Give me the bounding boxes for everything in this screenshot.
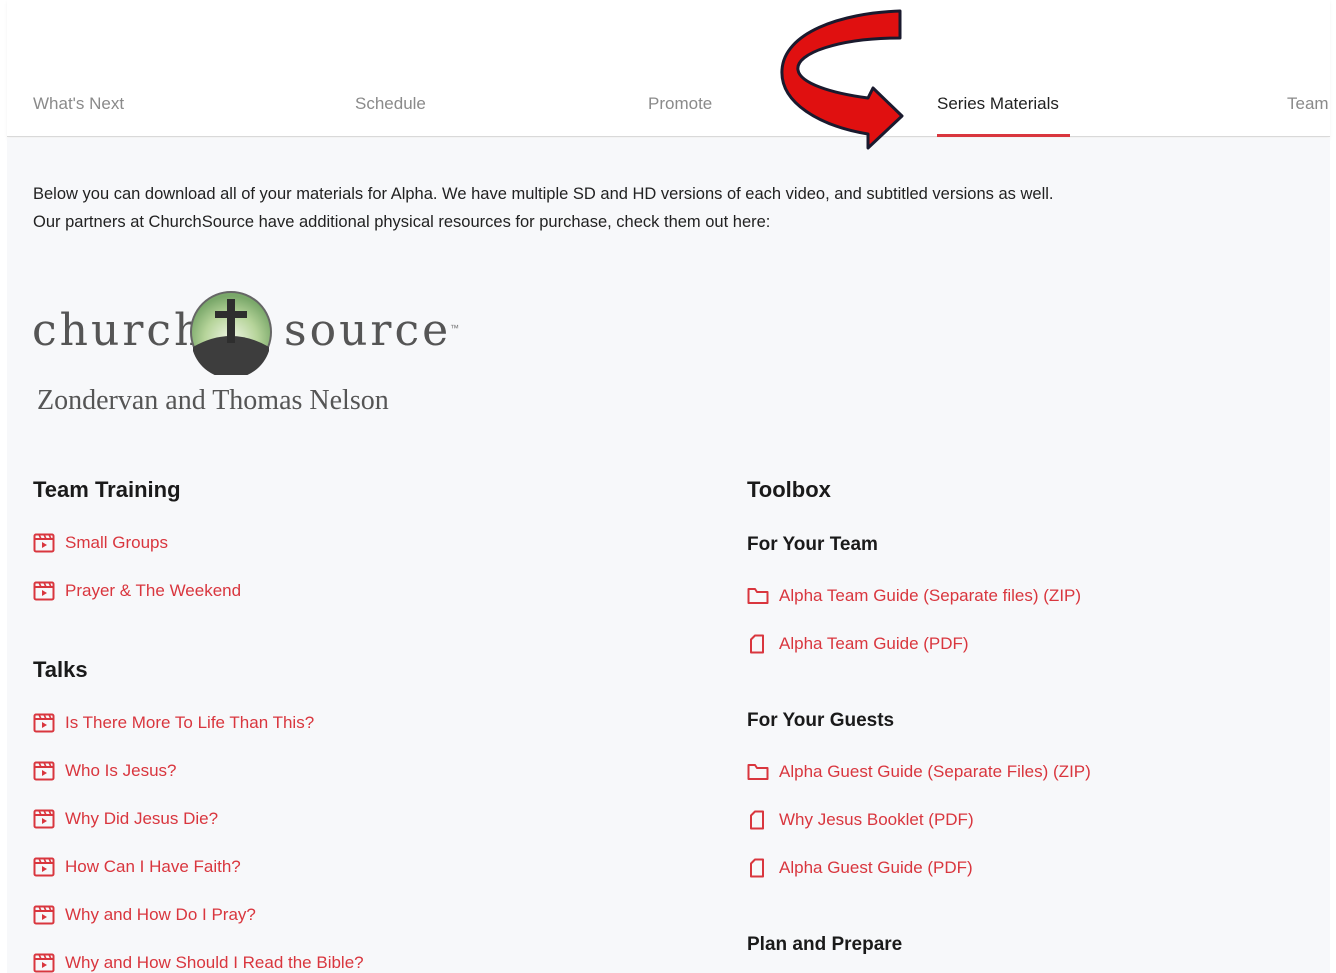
folder-icon (747, 588, 769, 604)
tab-series-materials[interactable]: Series Materials (937, 94, 1059, 114)
link-label: Why Jesus Booklet (PDF) (779, 810, 974, 829)
annotation-arrow-icon (780, 9, 904, 150)
video-icon (33, 713, 55, 733)
cross-hill-icon (190, 291, 272, 375)
link-talk-3[interactable]: Why Did Jesus Die? (33, 808, 218, 830)
link-label: Why and How Should I Read the Bible? (65, 953, 364, 972)
file-icon (750, 810, 764, 830)
link-why-jesus-booklet[interactable]: Why Jesus Booklet (PDF) (747, 809, 974, 831)
tab-whats-next[interactable]: What's Next (33, 94, 124, 114)
video-icon (33, 953, 55, 973)
plan-and-prepare-heading: Plan and Prepare (747, 934, 903, 955)
link-label: Why and How Do I Pray? (65, 905, 256, 924)
file-icon (750, 634, 764, 654)
link-label: Why Did Jesus Die? (65, 809, 219, 828)
tab-promote[interactable]: Promote (648, 94, 712, 114)
link-label: Is There More To Life Than This? (65, 713, 315, 732)
link-talk-2[interactable]: Who Is Jesus? (33, 760, 177, 782)
link-label: Alpha Team Guide (PDF) (779, 634, 969, 653)
intro-line-1: Below you can download all of your mater… (33, 185, 1054, 203)
intro-text: Below you can download all of your mater… (33, 180, 1233, 236)
team-training-heading: Team Training (33, 477, 181, 502)
tab-team[interactable]: Team (1287, 94, 1329, 114)
logo-word-church: church (32, 305, 206, 356)
file-icon (750, 858, 764, 878)
link-label: Alpha Guest Guide (PDF) (779, 858, 973, 877)
logo-word-source: source (284, 305, 452, 356)
link-prayer-weekend[interactable]: Prayer & The Weekend (33, 580, 241, 602)
tab-schedule[interactable]: Schedule (355, 94, 426, 114)
link-guest-guide-pdf[interactable]: Alpha Guest Guide (PDF) (747, 857, 973, 879)
video-icon (33, 905, 55, 925)
video-icon (33, 533, 55, 553)
link-team-guide-pdf[interactable]: Alpha Team Guide (PDF) (747, 633, 969, 655)
link-label: How Can I Have Faith? (65, 857, 241, 876)
for-your-guests-heading: For Your Guests (747, 710, 895, 731)
link-guest-guide-zip[interactable]: Alpha Guest Guide (Separate Files) (ZIP) (747, 761, 1091, 783)
video-icon (33, 809, 55, 829)
content-area (7, 138, 1330, 973)
talks-heading: Talks (33, 657, 88, 682)
folder-icon (747, 764, 769, 780)
video-icon (33, 857, 55, 877)
intro-line-2: Our partners at ChurchSource have additi… (33, 213, 771, 231)
link-label: Who Is Jesus? (65, 761, 177, 780)
video-icon (33, 581, 55, 601)
link-small-groups[interactable]: Small Groups (33, 532, 168, 554)
video-icon (33, 761, 55, 781)
link-team-guide-zip[interactable]: Alpha Team Guide (Separate files) (ZIP) (747, 585, 1081, 607)
active-tab-indicator (937, 134, 1070, 137)
link-talk-6[interactable]: Why and How Should I Read the Bible? (33, 952, 364, 973)
churchsource-logo-link[interactable]: church source ™ Zondervan and Thomas Nel… (30, 285, 459, 425)
link-talk-5[interactable]: Why and How Do I Pray? (33, 904, 256, 926)
logo-subtitle: Zondervan and Thomas Nelson (37, 385, 389, 416)
for-your-team-heading: For Your Team (747, 534, 878, 555)
link-talk-1[interactable]: Is There More To Life Than This? (33, 712, 314, 734)
link-label: Small Groups (65, 533, 168, 552)
link-talk-4[interactable]: How Can I Have Faith? (33, 856, 241, 878)
toolbox-heading: Toolbox (747, 477, 831, 502)
link-label: Prayer & The Weekend (65, 581, 242, 600)
link-label: Alpha Team Guide (Separate files) (ZIP) (779, 586, 1082, 605)
logo-trademark: ™ (450, 323, 459, 333)
link-label: Alpha Guest Guide (Separate Files) (ZIP) (779, 762, 1091, 781)
tab-bar (7, 0, 1330, 137)
